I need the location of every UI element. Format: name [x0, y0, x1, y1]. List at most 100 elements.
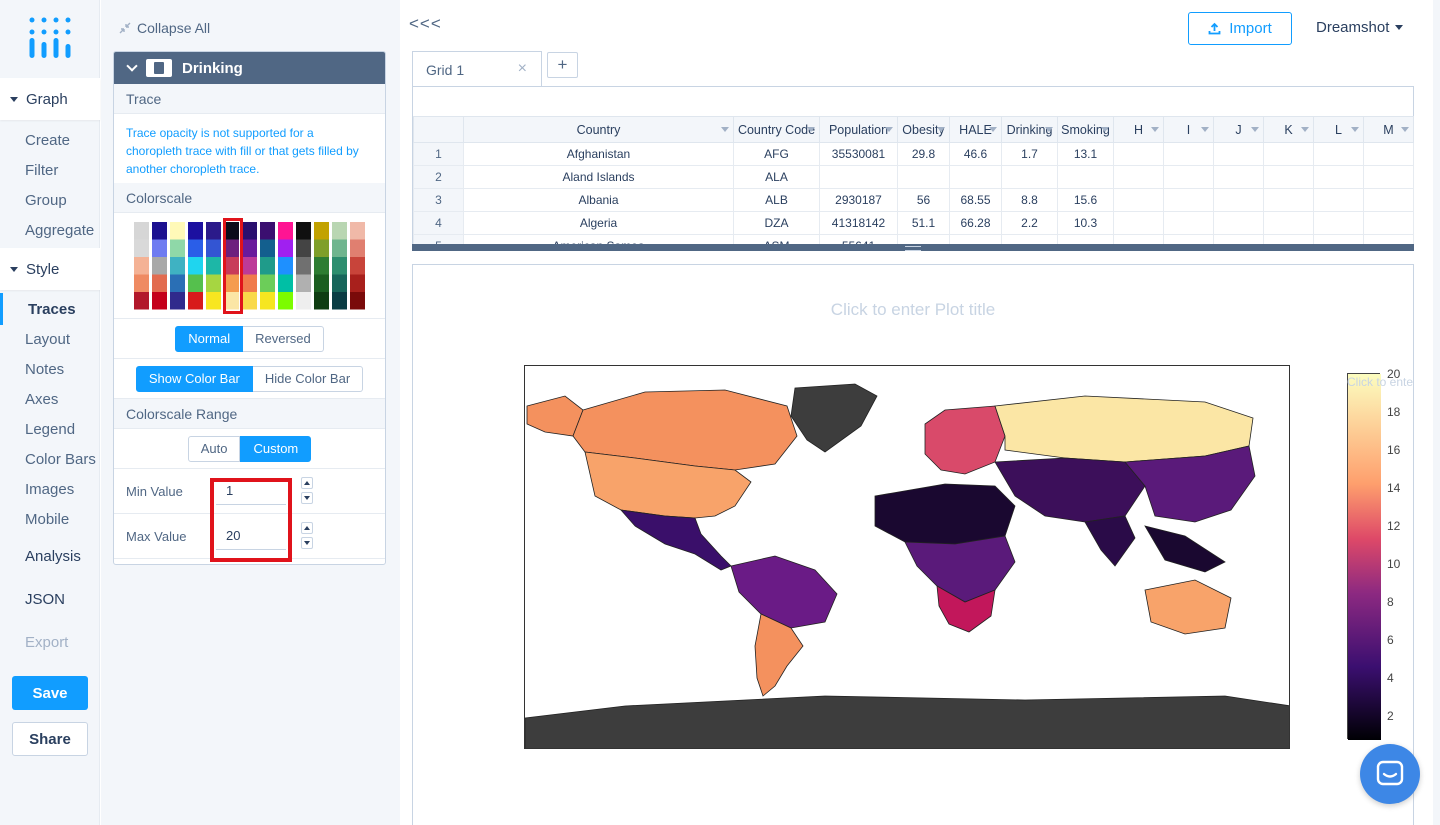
table-cell[interactable] — [1363, 142, 1414, 166]
colorscale-swatch[interactable] — [152, 222, 167, 240]
table-cell[interactable] — [1313, 165, 1364, 189]
save-button[interactable]: Save — [12, 676, 88, 710]
colorscale-swatch[interactable] — [278, 274, 293, 293]
table-cell[interactable] — [1057, 165, 1114, 189]
nav-item-images[interactable]: Images — [25, 481, 74, 498]
table-cell[interactable]: Algeria — [463, 211, 734, 235]
decrement-icon[interactable] — [301, 492, 313, 504]
column-menu-icon[interactable] — [1045, 127, 1053, 132]
plotly-logo-icon[interactable] — [27, 16, 73, 60]
table-cell[interactable] — [1113, 211, 1164, 235]
table-cell[interactable] — [1213, 211, 1264, 235]
table-cell[interactable]: Afghanistan — [463, 142, 734, 166]
reversed-button[interactable]: Reversed — [243, 325, 324, 352]
colorscale-swatch[interactable] — [188, 239, 203, 258]
colorscale-swatch[interactable] — [134, 222, 149, 240]
tab-grid-1[interactable]: Grid 1 × — [412, 51, 542, 87]
data-grid[interactable]: Country Country Code Population Obesity HALE… — [412, 116, 1414, 244]
colorscale-swatch[interactable] — [314, 292, 329, 310]
colorscale-swatch[interactable] — [278, 239, 293, 258]
colorscale-swatch[interactable] — [296, 257, 311, 275]
column-header[interactable]: Obesity — [897, 116, 950, 143]
colorscale-swatch[interactable] — [152, 239, 167, 258]
colorscale-swatch[interactable] — [170, 257, 185, 275]
color-bar[interactable] — [1347, 373, 1381, 740]
nav-group-style[interactable]: Style — [0, 248, 100, 290]
colorscale-swatch[interactable] — [206, 222, 221, 240]
auto-button[interactable]: Auto — [187, 435, 241, 462]
column-header[interactable]: L — [1313, 116, 1364, 143]
colorscale-swatch[interactable] — [152, 292, 167, 310]
table-cell[interactable]: ALB — [733, 188, 820, 212]
column-menu-icon[interactable] — [721, 127, 729, 132]
table-cell[interactable] — [1163, 234, 1214, 244]
trace-header[interactable]: Drinking — [114, 52, 385, 84]
table-cell[interactable] — [1001, 165, 1058, 189]
nav-item-layout[interactable]: Layout — [25, 331, 70, 348]
table-cell[interactable] — [1263, 211, 1314, 235]
colorscale-swatch[interactable] — [170, 222, 185, 240]
scrollbar[interactable] — [1433, 0, 1440, 825]
plot-title[interactable]: Click to enter Plot title — [413, 300, 1413, 320]
table-cell[interactable] — [1313, 188, 1364, 212]
colorscale-swatch[interactable] — [332, 292, 347, 310]
user-menu[interactable]: Dreamshot — [1316, 19, 1404, 36]
table-cell[interactable]: 29.8 — [897, 142, 950, 166]
column-header[interactable]: H — [1113, 116, 1164, 143]
table-cell[interactable] — [949, 234, 1002, 244]
colorscale-swatch[interactable] — [296, 239, 311, 258]
share-button[interactable]: Share — [12, 722, 88, 756]
table-cell[interactable] — [1057, 234, 1114, 244]
column-menu-icon[interactable] — [1351, 127, 1359, 132]
column-header[interactable]: M — [1363, 116, 1414, 143]
world-map[interactable] — [525, 366, 1290, 749]
table-cell[interactable]: 13.1 — [1057, 142, 1114, 166]
nav-item-filter[interactable]: Filter — [25, 162, 58, 179]
table-cell[interactable] — [897, 165, 950, 189]
colorscale-swatch[interactable] — [242, 222, 257, 240]
colorscale-swatch[interactable] — [314, 239, 329, 258]
table-cell[interactable] — [1363, 211, 1414, 235]
table-cell[interactable]: 46.6 — [949, 142, 1002, 166]
table-cell[interactable]: American Samoa — [463, 234, 734, 244]
colorscale-swatch[interactable] — [170, 274, 185, 293]
table-cell[interactable] — [1313, 211, 1364, 235]
table-cell[interactable] — [1363, 165, 1414, 189]
colorscale-swatch[interactable] — [332, 222, 347, 240]
colorscale-swatch[interactable] — [152, 274, 167, 293]
nav-item-notes[interactable]: Notes — [25, 361, 64, 378]
table-cell[interactable] — [1263, 188, 1314, 212]
colorscale-swatch[interactable] — [134, 274, 149, 293]
increment-icon[interactable] — [301, 522, 313, 534]
column-menu-icon[interactable] — [937, 127, 945, 132]
table-cell[interactable]: 10.3 — [1057, 211, 1114, 235]
column-menu-icon[interactable] — [1201, 127, 1209, 132]
column-menu-icon[interactable] — [1101, 127, 1109, 132]
table-cell[interactable] — [1263, 234, 1314, 244]
table-cell[interactable]: 15.6 — [1057, 188, 1114, 212]
nav-item-color-bars[interactable]: Color Bars — [25, 451, 96, 468]
colorscale-swatch[interactable] — [170, 239, 185, 258]
nav-item-legend[interactable]: Legend — [25, 421, 75, 438]
custom-button[interactable]: Custom — [240, 435, 312, 462]
nav-item-group[interactable]: Group — [25, 192, 67, 209]
choropleth-map[interactable] — [524, 365, 1290, 749]
color-bar-title[interactable]: Click to enter — [1347, 375, 1413, 389]
column-header[interactable]: Country Code — [733, 116, 820, 143]
table-cell[interactable]: 35530081 — [819, 142, 898, 166]
colorscale-swatch[interactable] — [260, 292, 275, 310]
table-cell[interactable] — [1113, 234, 1164, 244]
colorscale-swatch[interactable] — [278, 257, 293, 275]
close-icon[interactable]: × — [518, 60, 527, 78]
table-cell[interactable] — [1001, 234, 1058, 244]
increment-icon[interactable] — [301, 477, 313, 489]
colorscale-swatch[interactable] — [350, 274, 365, 293]
column-header[interactable]: J — [1213, 116, 1264, 143]
table-cell[interactable] — [949, 165, 1002, 189]
colorscale-swatch[interactable] — [152, 257, 167, 275]
colorscale-swatch[interactable] — [332, 257, 347, 275]
table-cell[interactable] — [897, 234, 950, 244]
colorscale-swatch[interactable] — [134, 239, 149, 258]
colorscale-swatch[interactable] — [350, 222, 365, 240]
table-cell[interactable]: 2930187 — [819, 188, 898, 212]
